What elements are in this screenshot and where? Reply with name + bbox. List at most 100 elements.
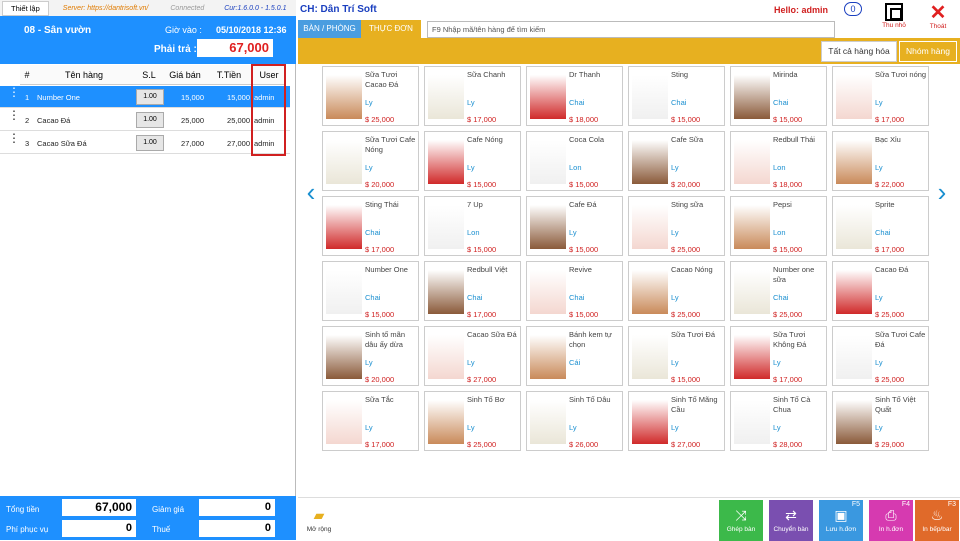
col-price: Giá bán (164, 65, 206, 85)
product-name: Sting sữa (671, 200, 704, 209)
product-card[interactable]: Cacao Nóng Ly $ 25,000 (628, 261, 725, 321)
qty-input[interactable]: 1.00 (136, 112, 164, 128)
order-row[interactable]: ⋮ 3 Cacao Sữa Đá 1.00 27,000 27,000 admi… (0, 132, 290, 154)
product-name: Coca Cola (569, 135, 605, 144)
product-card[interactable]: Sữa Tắc Ly $ 17,000 (322, 391, 419, 451)
product-card[interactable]: Mirinda Chai $ 15,000 (730, 66, 827, 126)
product-card[interactable]: Redbull Việt Chai $ 17,000 (424, 261, 521, 321)
prev-page-arrow-icon[interactable]: ‹ (301, 178, 321, 206)
product-card[interactable]: Redbull Thái Lon $ 18,000 (730, 131, 827, 191)
product-card[interactable]: Sting sữa Ly $ 25,000 (628, 196, 725, 256)
product-card[interactable]: Sinh Tố Bơ Ly $ 25,000 (424, 391, 521, 451)
product-price: $ 17,000 (365, 440, 395, 449)
product-price: $ 18,000 (773, 180, 803, 189)
next-page-arrow-icon[interactable]: › (932, 178, 952, 206)
search-input[interactable]: F9 Nhập mã/tên hàng để tìm kiếm (427, 21, 835, 38)
product-price: $ 15,000 (671, 375, 701, 384)
product-card[interactable]: Sinh Tố Dâu Ly $ 26,000 (526, 391, 623, 451)
discount-input[interactable]: 0 (199, 499, 275, 516)
qty-input[interactable]: 1.00 (136, 89, 164, 105)
product-price: $ 28,000 (773, 440, 803, 449)
total-label: Tổng tiền (6, 505, 40, 514)
category-groups[interactable]: Nhóm hàng (899, 41, 957, 62)
tab-tables[interactable]: BÀN / PHÒNG (298, 20, 361, 38)
product-unit: Ly (671, 163, 679, 172)
product-image (734, 205, 770, 249)
product-card[interactable]: Sinh Tố Mãng Cầu Ly $ 27,000 (628, 391, 725, 451)
product-unit: Chai (365, 228, 381, 237)
product-card[interactable]: Pepsi Lon $ 15,000 (730, 196, 827, 256)
drag-handle-icon[interactable]: ⋮ (8, 86, 20, 98)
product-image (632, 140, 668, 184)
drag-handle-icon[interactable]: ⋮ (8, 132, 20, 144)
product-price: $ 15,000 (773, 245, 803, 254)
product-card[interactable]: Bánh kem tự chọn Cái (526, 326, 623, 386)
product-card[interactable]: Cacao Đá Ly $ 25,000 (832, 261, 929, 321)
drag-handle-icon[interactable]: ⋮ (8, 109, 20, 121)
product-image (428, 140, 464, 184)
product-card[interactable]: Sting Chai $ 15,000 (628, 66, 725, 126)
product-image (734, 270, 770, 314)
product-card[interactable]: Cacao Sữa Đá Ly $ 27,000 (424, 326, 521, 386)
product-name: Sinh Tố Mãng Cầu (671, 395, 718, 414)
product-name: Sinh Tố Cà Chua (773, 395, 811, 414)
product-unit: Ly (773, 423, 781, 432)
top-bar: Thiết lập Server: https://dantrisoft.vn/… (0, 0, 296, 16)
tax-label: Thuế (152, 525, 171, 534)
product-name: Number one sữa (773, 265, 815, 284)
minimize-icon (885, 3, 903, 21)
product-card[interactable]: Sữa Tươi nóng Ly $ 17,000 (832, 66, 929, 126)
product-unit: Ly (875, 358, 883, 367)
product-price: $ 17,000 (875, 115, 905, 124)
tab-menu[interactable]: THỰC ĐƠN (361, 20, 421, 38)
print-invoice-button[interactable]: F4 ⎙ In h.đơn (869, 500, 913, 541)
product-unit: Ly (569, 423, 577, 432)
product-card[interactable]: Sữa Tươi Cacao Đá Ly $ 25,000 (322, 66, 419, 126)
product-card[interactable]: Dr Thanh Chai $ 18,000 (526, 66, 623, 126)
product-card[interactable]: Cafe Nóng Ly $ 15,000 (424, 131, 521, 191)
notification-badge[interactable]: 0 (844, 2, 862, 16)
product-card[interactable]: Sinh Tố Cà Chua Ly $ 28,000 (730, 391, 827, 451)
order-row[interactable]: ⋮ 2 Cacao Đá 1.00 25,000 25,000 admin (0, 109, 290, 131)
product-card[interactable]: 7 Up Lon $ 15,000 (424, 196, 521, 256)
settings-tab[interactable]: Thiết lập (2, 0, 49, 16)
product-card[interactable]: Coca Cola Lon $ 15,000 (526, 131, 623, 191)
category-all[interactable]: Tất cả hàng hóa (821, 41, 897, 62)
col-total: T.Tiền (206, 65, 252, 85)
qty-input[interactable]: 1.00 (136, 135, 164, 151)
product-card[interactable]: Number one sữa Chai $ 25,000 (730, 261, 827, 321)
exit-button[interactable]: ✕ Thoát (922, 3, 954, 37)
more-button[interactable]: ▰ Mở rộng (300, 500, 338, 541)
product-card[interactable]: Sữa Tươi Cafe Nóng Ly $ 20,000 (322, 131, 419, 191)
product-card[interactable]: Sữa Tươi Đá Ly $ 15,000 (628, 326, 725, 386)
totals-panel: Tổng tiền 67,000 Giảm giá 0 Phí phục vụ … (0, 496, 296, 540)
product-card[interactable]: Cafe Đá Ly $ 15,000 (526, 196, 623, 256)
product-card[interactable]: Sting Thái Chai $ 17,000 (322, 196, 419, 256)
product-card[interactable]: Sữa Tươi Không Đá Ly $ 17,000 (730, 326, 827, 386)
product-card[interactable]: Sinh tố mãn dâu ấy dừa Ly $ 20,000 (322, 326, 419, 386)
product-card[interactable]: Sữa Tươi Cafe Đá Ly $ 25,000 (832, 326, 929, 386)
product-name: Number One (365, 265, 408, 274)
product-card[interactable]: Cafe Sữa Ly $ 20,000 (628, 131, 725, 191)
move-table-button[interactable]: ⇄ Chuyển bàn (769, 500, 813, 541)
order-row[interactable]: ⋮ 1 Number One 1.00 15,000 15,000 admin (0, 86, 290, 108)
product-unit: Ly (467, 163, 475, 172)
product-card[interactable]: Sữa Chanh Ly $ 17,000 (424, 66, 521, 126)
product-name: 7 Up (467, 200, 483, 209)
product-name: Revive (569, 265, 592, 274)
product-unit: Chai (875, 228, 891, 237)
product-name: Redbull Thái (773, 135, 815, 144)
product-card[interactable]: Revive Chai $ 15,000 (526, 261, 623, 321)
product-card[interactable]: Number One Chai $ 15,000 (322, 261, 419, 321)
service-input[interactable]: 0 (62, 520, 136, 537)
print-kitchen-button[interactable]: F3 ♨ In bếp/bar (915, 500, 959, 541)
save-invoice-button[interactable]: F5 ▣ Lưu h.đơn (819, 500, 863, 541)
product-image (632, 335, 668, 379)
product-card[interactable]: Sinh Tố Việt Quất Ly $ 29,000 (832, 391, 929, 451)
product-card[interactable]: Sprite Chai $ 17,000 (832, 196, 929, 256)
product-image (428, 335, 464, 379)
minimize-button[interactable]: Thu nhỏ (878, 3, 910, 37)
merge-table-button[interactable]: ⤨ Ghép bàn (719, 500, 763, 541)
product-card[interactable]: Bạc Xỉu Ly $ 22,000 (832, 131, 929, 191)
tax-input[interactable]: 0 (199, 520, 275, 537)
